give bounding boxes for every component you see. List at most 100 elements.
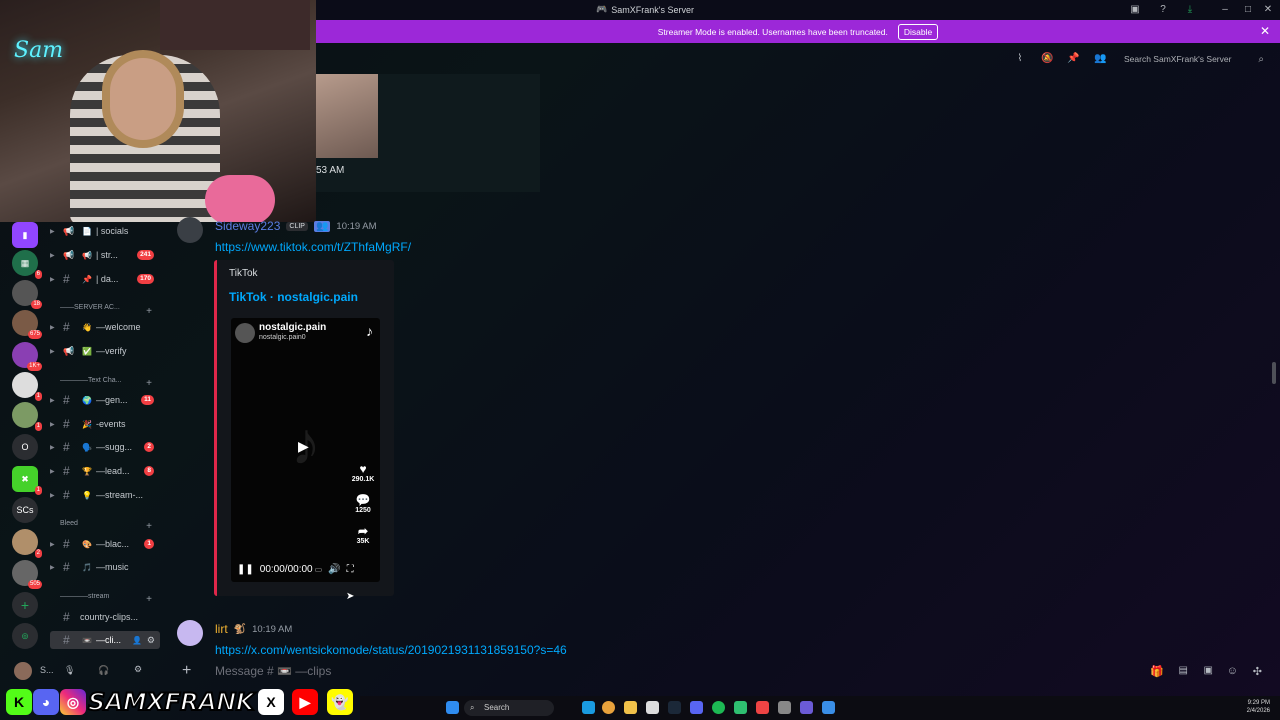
app-icon[interactable]: [756, 701, 769, 714]
channel-item[interactable]: ▶ # 🎵 —music: [50, 558, 160, 576]
server-icon-5[interactable]: 1K+: [12, 342, 42, 371]
channel-item[interactable]: ▶ 📢 📢 | str... 241: [50, 246, 160, 264]
discord-taskbar-icon[interactable]: [690, 701, 703, 714]
sticker-icon[interactable]: ▣: [1204, 665, 1213, 676]
download-icon[interactable]: ⤓: [1183, 3, 1197, 17]
taskbar-clock[interactable]: 9:29 PM 2/4/2026: [1247, 699, 1270, 715]
minimize-button[interactable]: –: [1218, 3, 1232, 17]
username[interactable]: Sideway223: [215, 219, 280, 233]
server-icon-2[interactable]: ▦ 6: [12, 250, 42, 279]
add-server-icon[interactable]: +: [12, 592, 38, 618]
notification-mute-icon[interactable]: 🔕: [1041, 53, 1053, 65]
fullscreen-icon[interactable]: ⛶: [347, 564, 354, 575]
server-icon-7[interactable]: 1: [12, 402, 42, 431]
server-icon-10[interactable]: 505: [12, 560, 42, 589]
server-icon-3[interactable]: 18: [12, 280, 42, 309]
captions-icon[interactable]: ▭: [315, 565, 323, 574]
clip-tag: CLIP: [286, 221, 308, 231]
close-icon[interactable]: ✕: [1260, 24, 1270, 38]
help-icon[interactable]: ?: [1156, 3, 1170, 17]
category-header[interactable]: ————Text Cha...: [60, 377, 121, 384]
channel-item[interactable]: ▶ # 🗣️ —sugg... 2: [50, 438, 160, 456]
channel-item-selected[interactable]: # 📼 —cli... 👤 ⚙: [50, 631, 160, 649]
gift-icon[interactable]: 🎁: [1150, 665, 1164, 678]
channel-emoji: 🏆: [82, 466, 92, 476]
image-attachment[interactable]: 53 AM: [316, 74, 540, 192]
steam-icon[interactable]: [668, 701, 681, 714]
search-input[interactable]: Search SamXFrank's Server ⌕: [1116, 51, 1266, 67]
disable-button[interactable]: Disable: [897, 23, 939, 40]
message-link[interactable]: https://www.tiktok.com/t/ZThfaMgRF/: [215, 240, 411, 254]
channel-item[interactable]: # country-clips...: [50, 608, 160, 626]
channel-item[interactable]: ▶ # 🎉 -events: [50, 415, 160, 433]
video-player[interactable]: nostalgic.pain nostalgic.pain0 ♪ ♪ ▶ ♥ 29…: [231, 318, 380, 582]
gif-icon[interactable]: ▤: [1179, 665, 1188, 676]
emoji-icon[interactable]: ☺: [1227, 665, 1238, 677]
category-header[interactable]: ————stream: [60, 593, 109, 600]
add-channel-icon[interactable]: +: [146, 306, 152, 317]
category-header[interactable]: ——SERVER AC...: [60, 304, 120, 311]
gear-icon[interactable]: ⚙: [147, 635, 155, 646]
add-channel-icon[interactable]: +: [146, 594, 152, 605]
invite-icon[interactable]: 👤: [132, 636, 142, 645]
message-link[interactable]: https://x.com/wentsickomode/status/20190…: [215, 643, 567, 656]
message-input[interactable]: Message # 📼 —clips: [215, 664, 331, 678]
pin-icon[interactable]: 📌: [1067, 53, 1079, 65]
edge-icon[interactable]: [582, 701, 595, 714]
pause-icon[interactable]: ❚❚: [237, 564, 254, 575]
inbox-icon[interactable]: ▣: [1128, 3, 1142, 17]
folder-icon[interactable]: [624, 701, 637, 714]
avatar[interactable]: [177, 620, 203, 646]
avatar[interactable]: [177, 217, 203, 243]
chrome-icon[interactable]: [602, 701, 615, 714]
app-icon[interactable]: [800, 701, 813, 714]
headphone-icon[interactable]: 🎧: [98, 665, 109, 676]
close-button[interactable]: ✕: [1261, 3, 1275, 17]
mic-icon[interactable]: 🎙: [64, 665, 75, 676]
gear-icon[interactable]: ⚙: [134, 664, 142, 675]
message-composer[interactable]: + Message # 📼 —clips 🎁 ▤ ▣ ☺ ✣: [170, 660, 1280, 684]
channel-item[interactable]: ▶ 📢 📄 | socials: [50, 222, 160, 240]
channel-item[interactable]: ▶ # 🏆 —lead... 8: [50, 462, 160, 480]
server-icon-9[interactable]: 2: [12, 529, 42, 558]
start-icon[interactable]: [446, 701, 459, 714]
store-icon[interactable]: [646, 701, 659, 714]
tiktok-embed: TikTok TikTok · nostalgic.pain nostalgic…: [214, 260, 394, 596]
channel-item[interactable]: ▶ # 💡 —stream-...: [50, 486, 160, 504]
add-channel-icon[interactable]: +: [146, 378, 152, 389]
server-icon-6[interactable]: 1: [12, 372, 42, 401]
category-header[interactable]: Bleed: [60, 520, 78, 527]
server-icon-8[interactable]: ✖ 1: [12, 466, 42, 495]
embed-provider[interactable]: TikTok: [229, 268, 258, 279]
server-icon-twitch[interactable]: ▮: [12, 222, 38, 248]
scrollbar[interactable]: [1272, 362, 1276, 384]
channel-item[interactable]: ▶ # 🌍 —gen... 11: [50, 391, 160, 409]
image-thumbnail[interactable]: [316, 74, 378, 158]
volume-icon[interactable]: 🔊: [328, 564, 340, 575]
add-attachment-icon[interactable]: +: [182, 662, 191, 680]
tiktok-account[interactable]: nostalgic.pain: [259, 322, 326, 333]
discover-icon[interactable]: ⊚: [12, 623, 38, 649]
taskbar-search[interactable]: ⌕ Search: [464, 700, 554, 716]
members-icon[interactable]: 👥: [1094, 53, 1106, 65]
username[interactable]: lirt: [215, 622, 228, 636]
server-icon-scs[interactable]: SCs: [12, 497, 38, 523]
channel-item[interactable]: ▶ # 📌 | da... 170: [50, 270, 160, 288]
channel-item[interactable]: ▶ # 👋 —welcome: [50, 318, 160, 336]
server-icon-4[interactable]: 675: [12, 310, 42, 339]
server-badge: 1: [34, 486, 42, 495]
avatar[interactable]: [14, 662, 32, 680]
embed-title[interactable]: TikTok · nostalgic.pain: [229, 290, 358, 304]
maximize-button[interactable]: □: [1241, 3, 1255, 17]
play-icon[interactable]: ▶: [298, 438, 309, 455]
channel-item[interactable]: ▶ 📢 ✅ —verify: [50, 342, 160, 360]
apps-icon[interactable]: ✣: [1253, 665, 1262, 678]
threads-icon[interactable]: ⌇: [1014, 53, 1026, 65]
channel-item[interactable]: ▶ # 🎨 —blac... 1: [50, 535, 160, 553]
app-icon[interactable]: [822, 701, 835, 714]
app-icon[interactable]: [778, 701, 791, 714]
spotify-icon[interactable]: [712, 701, 725, 714]
app-icon[interactable]: [734, 701, 747, 714]
server-icon-o[interactable]: O: [12, 434, 38, 460]
add-channel-icon[interactable]: +: [146, 521, 152, 532]
